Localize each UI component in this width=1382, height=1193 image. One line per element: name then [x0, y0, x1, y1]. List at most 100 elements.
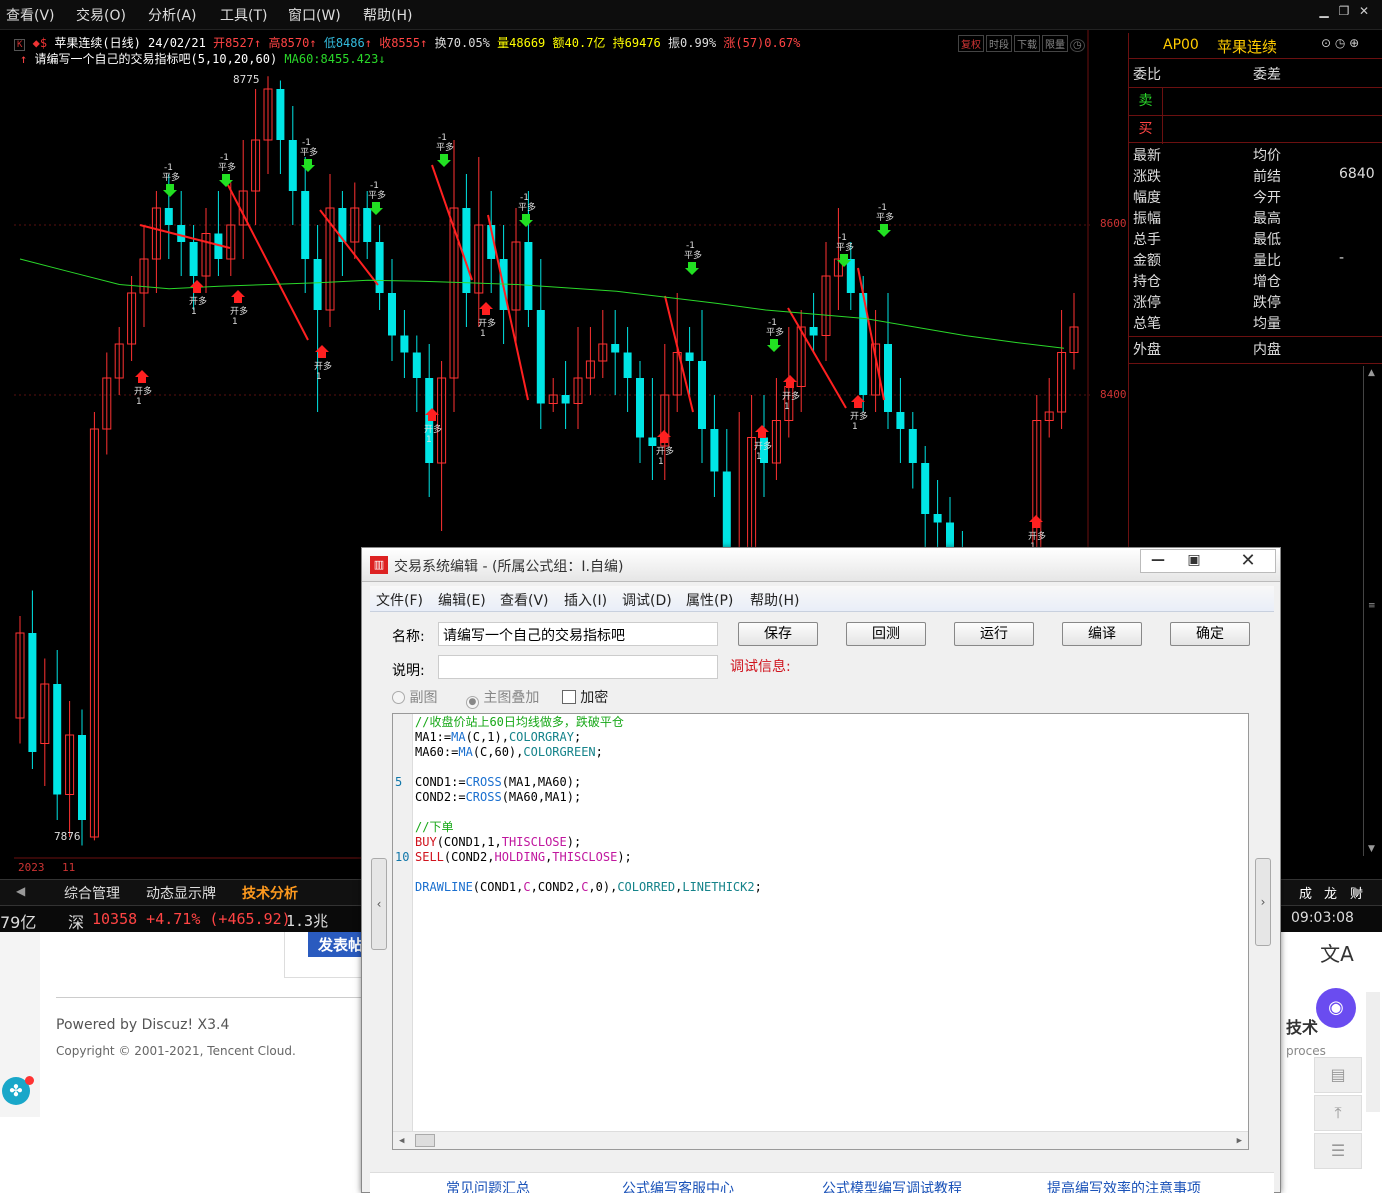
quote-stat-row: 幅度 今开	[1133, 187, 1379, 208]
link-tutorial[interactable]: 公式模型编写调试教程	[822, 1178, 962, 1193]
web-scrollbar[interactable]	[1366, 992, 1380, 1112]
radio-sub-chart[interactable]	[392, 691, 405, 704]
menu-window[interactable]: 窗口(W)	[288, 5, 341, 25]
left-collapse-icon[interactable]: ‹	[371, 858, 387, 950]
quote-stat-label: 均量	[1253, 316, 1281, 332]
signal-label: 平多	[876, 211, 894, 223]
link-support[interactable]: 公式编写客服中心	[622, 1178, 734, 1193]
amount: 额40.7亿	[552, 36, 606, 50]
dialog-maximize-icon[interactable]: ▣	[1177, 550, 1211, 572]
tab-general[interactable]: 综合管理	[64, 883, 120, 903]
editor-hscrollbar[interactable]: ◀ ▶	[393, 1131, 1248, 1149]
name-label: 名称:	[392, 629, 425, 645]
clock-icon[interactable]: ◷	[1070, 39, 1085, 52]
year-label: 2023	[18, 861, 45, 874]
restore-icon[interactable]: ❐	[1334, 4, 1354, 18]
name-input[interactable]: 请编写一个自己的交易指标吧	[438, 622, 718, 646]
tab-prev-icon[interactable]: ◀	[16, 884, 25, 898]
close-price: 收8555	[379, 36, 421, 50]
scroll-up-icon[interactable]: ▲	[1368, 368, 1375, 378]
signal-qty: -1	[838, 233, 847, 243]
candle-body	[884, 344, 892, 412]
tab-technical[interactable]: 技术分析	[242, 883, 298, 903]
quote-stat-label: 涨跌	[1133, 169, 1161, 185]
compile-button[interactable]: 编译	[1062, 622, 1142, 646]
back-to-top-icon[interactable]: ⤒	[1314, 1095, 1362, 1131]
tab-next-icon[interactable]: ▶	[1354, 884, 1363, 898]
menu-view[interactable]: 查看(V)	[6, 5, 55, 25]
window-controls: ▁ ❐ ✕	[1314, 4, 1374, 18]
dialog-controls: — ▣ ✕	[1140, 549, 1276, 573]
tab-right-2[interactable]: 龙	[1324, 883, 1337, 902]
dlg-menu-help[interactable]: 帮助(H)	[750, 590, 799, 610]
candle-body	[400, 335, 409, 353]
backtest-button[interactable]: 回测	[846, 622, 926, 646]
close-icon[interactable]: ✕	[1354, 4, 1374, 18]
code-editor[interactable]: 5 10 //收盘价站上60日均线做多，跌破平仓 MA1:=MA(C,1),CO…	[392, 713, 1249, 1150]
dialog-minimize-icon[interactable]: —	[1141, 550, 1175, 572]
menu-help[interactable]: 帮助(H)	[363, 5, 412, 25]
dlg-menu-property[interactable]: 属性(P)	[686, 590, 733, 610]
indicator-name[interactable]: 请编写一个自己的交易指标吧(5,10,20,60)	[34, 52, 277, 66]
hscroll-left-icon[interactable]: ◀	[399, 1134, 404, 1149]
tab-right-1[interactable]: 成	[1299, 883, 1312, 902]
quote-stat-label: 最高	[1253, 211, 1281, 227]
ok-button[interactable]: 确定	[1170, 622, 1250, 646]
limit-button[interactable]: 限量	[1042, 35, 1068, 52]
signal-label: 平多	[766, 326, 784, 338]
adjust-button[interactable]: 复权	[958, 35, 984, 52]
dlg-menu-insert[interactable]: 插入(I)	[564, 590, 607, 610]
download-button[interactable]: 下载	[1014, 35, 1040, 52]
dialog-close-icon[interactable]: ✕	[1223, 550, 1273, 572]
period-button[interactable]: 时段	[986, 35, 1012, 52]
quote-stat-label: 增仓	[1253, 274, 1281, 290]
hscroll-right-icon[interactable]: ▶	[1237, 1134, 1242, 1149]
candle-body	[78, 735, 86, 820]
panel-icons[interactable]: ⊙ ◷ ⊕	[1321, 36, 1359, 50]
link-tips[interactable]: 提高编写效率的注意事项	[1047, 1178, 1201, 1193]
app-window: 查看(V) 交易(O) 分析(A) 工具(T) 窗口(W) 帮助(H) ▁ ❐ ✕ …	[0, 0, 1382, 1193]
desc-label: 说明:	[392, 663, 425, 679]
candle-body	[896, 412, 905, 429]
panel-scrollbar[interactable]: ▲ ≡ ▼	[1363, 366, 1381, 856]
dlg-menu-edit[interactable]: 编辑(E)	[438, 590, 486, 610]
menu-tools[interactable]: 工具(T)	[220, 5, 267, 25]
desc-input[interactable]	[438, 655, 718, 679]
change: 涨(57)0.67%	[723, 36, 801, 50]
radio-main-overlay[interactable]: ●	[465, 696, 479, 709]
candle-body	[388, 293, 396, 336]
sell-arrow-icon	[301, 159, 315, 172]
right-expand-icon[interactable]: ›	[1255, 858, 1271, 946]
dialog-app-icon: ▥	[370, 556, 388, 574]
link-faq[interactable]: 常见问题汇总	[446, 1178, 530, 1193]
translate-icon[interactable]: 文A	[1314, 938, 1360, 972]
quote-stat-label: 最低	[1253, 232, 1281, 248]
signal-qty: 1	[232, 317, 238, 327]
assistant-icon[interactable]: ◉	[1316, 988, 1356, 1028]
signal-label: 开多	[782, 390, 800, 402]
outer-label: 外盘	[1133, 342, 1161, 358]
dlg-menu-view[interactable]: 查看(V)	[500, 590, 549, 610]
opt-encrypt-label: 加密	[580, 690, 609, 706]
quote-stat-label: 总笔	[1133, 316, 1161, 332]
quote-stat-row: 涨跌 前结 6840	[1133, 166, 1379, 187]
tab-dynamic-board[interactable]: 动态显示牌	[146, 883, 216, 903]
scroll-down-icon[interactable]: ▼	[1368, 844, 1375, 854]
menu-analysis[interactable]: 分析(A)	[148, 5, 197, 25]
menu-trade[interactable]: 交易(O)	[76, 5, 126, 25]
dlg-menu-debug[interactable]: 调试(D)	[622, 590, 672, 610]
minimize-icon[interactable]: ▁	[1314, 4, 1334, 18]
hscroll-thumb[interactable]	[415, 1134, 435, 1147]
run-button[interactable]: 运行	[954, 622, 1034, 646]
checkbox-encrypt[interactable]	[561, 690, 576, 704]
dialog-titlebar[interactable]: ▥ 交易系统编辑 - (所属公式组：I.自编) — ▣ ✕	[362, 548, 1280, 582]
save-button[interactable]: 保存	[738, 622, 818, 646]
signal-label: 平多	[300, 146, 318, 158]
candle-body	[276, 89, 285, 140]
signal-label: 开多	[314, 360, 332, 372]
dlg-menu-file[interactable]: 文件(F)	[376, 590, 423, 610]
scroll-handle-icon[interactable]: ≡	[1368, 601, 1376, 611]
list-icon[interactable]: ☰	[1314, 1133, 1362, 1169]
comment-icon[interactable]: ▤	[1314, 1057, 1362, 1093]
signal-qty: -1	[302, 138, 311, 148]
